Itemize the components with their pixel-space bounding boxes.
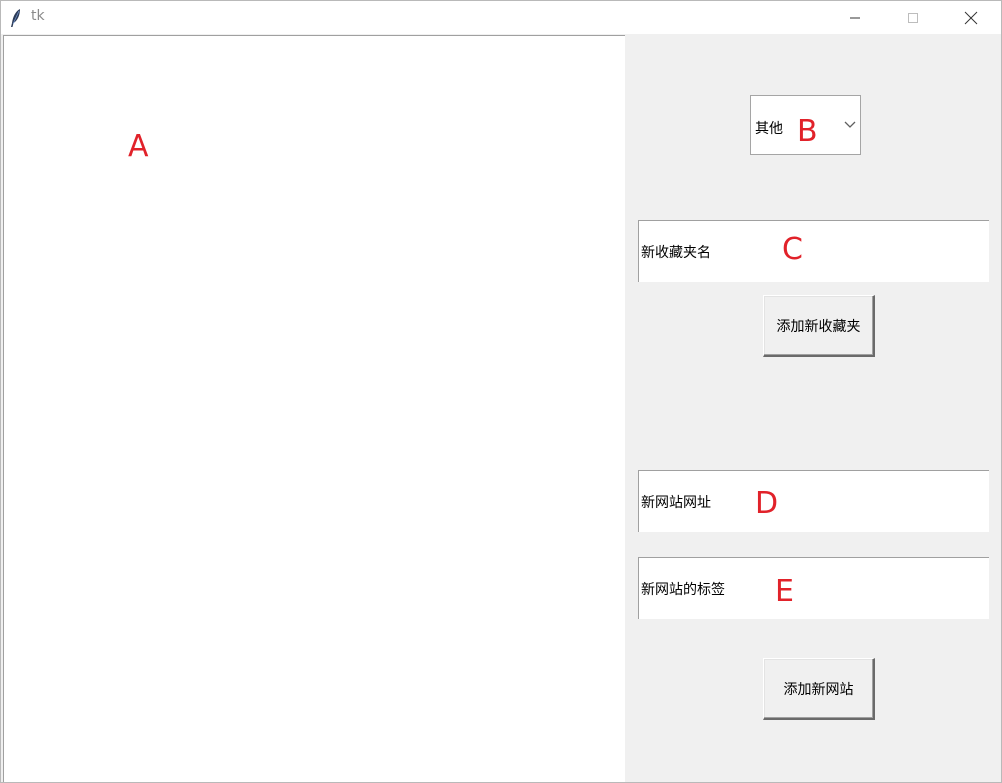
folder-name-text: 新收藏夹名 <box>641 245 711 261</box>
window-title: tk <box>31 8 45 24</box>
content-canvas[interactable] <box>3 35 625 782</box>
close-icon <box>964 11 978 24</box>
annotation-label-e: E <box>775 574 794 609</box>
combobox-value: 其他 <box>755 121 783 137</box>
annotation-label-c: C <box>782 232 803 267</box>
add-site-button[interactable]: 添加新网站 <box>763 658 875 720</box>
site-url-text: 新网站网址 <box>641 495 711 511</box>
site-tag-input[interactable]: 新网站的标签 <box>638 557 989 619</box>
maximize-icon <box>908 12 918 23</box>
minimize-icon <box>850 17 860 18</box>
maximize-button[interactable] <box>884 1 942 34</box>
add-folder-button[interactable]: 添加新收藏夹 <box>763 295 875 357</box>
folder-name-input[interactable]: 新收藏夹名 <box>638 220 989 282</box>
title-bar[interactable]: tk <box>1 1 1001 34</box>
annotation-label-b: B <box>797 114 818 149</box>
site-url-input[interactable]: 新网站网址 <box>638 470 989 532</box>
annotation-label-a: A <box>128 129 149 164</box>
chevron-down-icon[interactable] <box>844 121 856 129</box>
annotation-label-d: D <box>755 486 779 521</box>
feather-icon <box>11 9 20 27</box>
minimize-button[interactable] <box>826 1 884 34</box>
site-tag-text: 新网站的标签 <box>641 582 725 598</box>
close-button[interactable] <box>942 1 1000 34</box>
